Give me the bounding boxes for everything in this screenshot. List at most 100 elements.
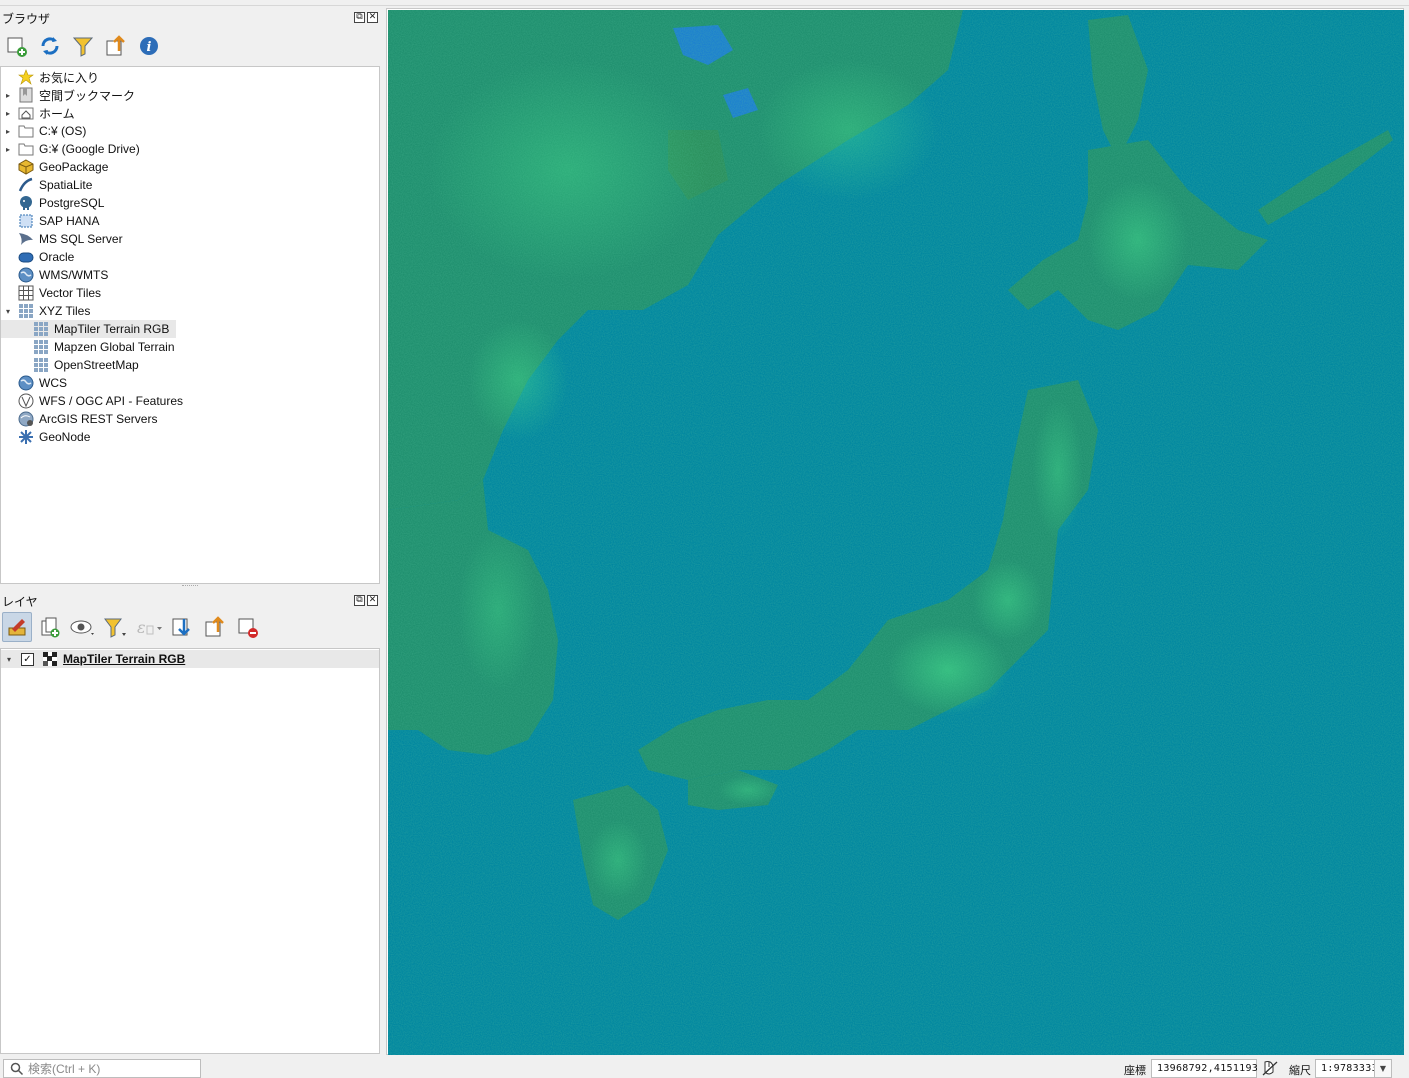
filter-icon xyxy=(104,618,126,638)
browser-toolbar: i xyxy=(2,31,167,61)
browser-item[interactable]: ArcGIS REST Servers xyxy=(1,410,157,428)
coordinate-label: 座標 xyxy=(1124,1064,1146,1077)
browser-item-label: OpenStreetMap xyxy=(54,358,139,372)
search-bar[interactable]: 検索(Ctrl + K) xyxy=(3,1059,201,1078)
top-border xyxy=(0,0,1409,6)
terrain-map xyxy=(388,10,1404,1055)
browser-item-label: 空間ブックマーク xyxy=(39,88,136,103)
browser-item[interactable]: ▸ G:¥ (Google Drive) xyxy=(1,140,140,158)
map-canvas[interactable] xyxy=(388,10,1404,1055)
collapse-all-button[interactable] xyxy=(101,31,131,61)
browser-item[interactable]: SpatiaLite xyxy=(1,176,92,194)
refresh-icon xyxy=(41,37,59,55)
xyz-tiles-icon xyxy=(18,303,34,319)
postgresql-icon xyxy=(18,195,34,211)
browser-item[interactable]: GeoNode xyxy=(1,428,90,446)
browser-item-label: XYZ Tiles xyxy=(39,304,91,318)
add-group-button[interactable] xyxy=(35,612,65,642)
close-panel-icon[interactable]: ✕ xyxy=(367,12,378,23)
properties-button[interactable]: i xyxy=(134,31,164,61)
browser-item[interactable]: MapTiler Terrain RGB xyxy=(1,320,176,338)
browser-item[interactable]: WMS/WMTS xyxy=(1,266,108,284)
expand-caret-icon[interactable]: ▸ xyxy=(2,122,14,140)
style-brush-button[interactable] xyxy=(2,612,32,642)
oracle-icon xyxy=(18,249,34,265)
layer-row[interactable]: ▾ ✓ MapTiler Terrain RGB xyxy=(1,650,379,668)
browser-item[interactable]: GeoPackage xyxy=(1,158,108,176)
coordinate-field[interactable]: 13968792,4151193 xyxy=(1151,1059,1258,1078)
toggle-extents-button[interactable] xyxy=(1261,1060,1279,1077)
browser-item[interactable]: ▸ ホーム xyxy=(1,104,75,122)
layer-visibility-checkbox[interactable]: ✓ xyxy=(21,652,34,666)
float-panel-icon[interactable]: ⧉ xyxy=(354,595,365,606)
browser-item[interactable]: SAP HANA xyxy=(1,212,99,230)
browser-item[interactable]: OpenStreetMap xyxy=(1,356,139,374)
layer-filter-button[interactable] xyxy=(101,612,131,642)
properties-icon: i xyxy=(140,37,158,55)
remove-layer-button[interactable] xyxy=(233,612,263,642)
expand-caret-icon[interactable]: ▸ xyxy=(2,140,14,158)
browser-item[interactable]: ▸ 空間ブックマーク xyxy=(1,86,135,104)
browser-item[interactable]: PostgreSQL xyxy=(1,194,104,212)
float-panel-icon[interactable]: ⧉ xyxy=(354,12,365,23)
collapse-all-icon xyxy=(106,35,125,56)
search-placeholder: 検索(Ctrl + K) xyxy=(28,1062,101,1076)
svg-text:i: i xyxy=(147,40,152,55)
scale-field[interactable]: 1:9783333 xyxy=(1315,1059,1378,1078)
add-layer-button[interactable] xyxy=(2,31,32,61)
expression-filter-button[interactable]: ε xyxy=(134,612,164,642)
vector-tiles-icon xyxy=(18,285,34,301)
browser-item-label: Mapzen Global Terrain xyxy=(54,340,175,354)
globe-icon xyxy=(18,267,34,283)
collapse-all-button[interactable] xyxy=(200,612,230,642)
browser-item-label: お気に入り xyxy=(39,70,100,85)
qgis-window: ブラウザ ⧉ ✕ i お気に入り ▸ 空間ブックマーク ▸ ホーム ▸ C:¥ (OS) ▸ G… xyxy=(0,0,1409,1078)
browser-item[interactable]: WCS xyxy=(1,374,67,392)
expand-caret-icon[interactable]: ▾ xyxy=(2,302,14,320)
close-panel-icon[interactable]: ✕ xyxy=(367,595,378,606)
style-brush-icon xyxy=(8,619,26,636)
arcgis-icon xyxy=(18,411,34,427)
visibility-button[interactable] xyxy=(68,612,98,642)
layers-panel-title: レイヤ xyxy=(2,595,38,609)
bookmark-icon xyxy=(18,87,34,103)
xyz-tiles-icon xyxy=(33,321,49,337)
browser-item-label: GeoNode xyxy=(39,430,91,444)
search-icon xyxy=(10,1062,24,1075)
browser-item[interactable]: ▾ XYZ Tiles xyxy=(1,302,90,320)
geonode-icon xyxy=(18,429,34,445)
refresh-button[interactable] xyxy=(35,31,65,61)
browser-item[interactable]: ▸ C:¥ (OS) xyxy=(1,122,86,140)
scale-dropdown-button[interactable]: ▼ xyxy=(1374,1059,1392,1078)
browser-item[interactable]: お気に入り xyxy=(1,68,99,86)
browser-item[interactable]: Mapzen Global Terrain xyxy=(1,338,175,356)
visibility-eye-icon xyxy=(70,620,94,635)
browser-item-label: ArcGIS REST Servers xyxy=(39,412,158,426)
spatialite-icon xyxy=(18,177,34,193)
folder-icon xyxy=(18,123,34,139)
svg-text:ε: ε xyxy=(137,618,146,637)
browser-item[interactable]: WFS / OGC API - Features xyxy=(1,392,183,410)
layers-tree: ▾ ✓ MapTiler Terrain RGB xyxy=(0,648,380,1054)
expand-caret-icon[interactable]: ▸ xyxy=(2,104,14,122)
browser-item-label: Vector Tiles xyxy=(39,286,102,300)
filter-button[interactable] xyxy=(68,31,98,61)
expand-caret-icon[interactable]: ▸ xyxy=(2,86,14,104)
expand-caret-icon[interactable]: ▾ xyxy=(3,650,15,668)
expand-all-button[interactable] xyxy=(167,612,197,642)
browser-item[interactable]: Vector Tiles xyxy=(1,284,101,302)
browser-item[interactable]: MS SQL Server xyxy=(1,230,123,248)
browser-item[interactable]: Oracle xyxy=(1,248,74,266)
